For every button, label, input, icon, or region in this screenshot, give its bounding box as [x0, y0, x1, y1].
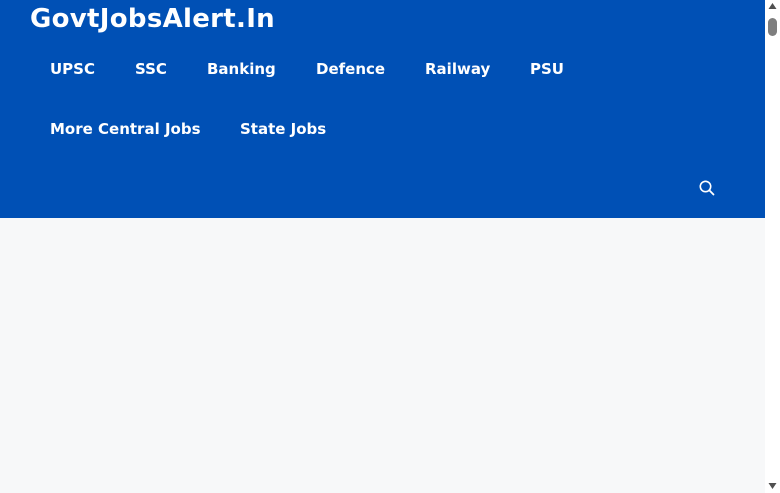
nav-item-defence[interactable]: Defence: [316, 59, 385, 79]
nav-item-railway[interactable]: Railway: [425, 59, 490, 79]
nav-item-more-central-jobs[interactable]: More Central Jobs: [50, 119, 201, 139]
search-icon: [699, 180, 715, 196]
nav-item-upsc[interactable]: UPSC: [50, 59, 95, 79]
page-body: GovtJobsAlert.In UPSC SSC Banking Defenc…: [0, 0, 765, 493]
scrollbar-thumb[interactable]: [768, 18, 777, 36]
nav-item-banking[interactable]: Banking: [207, 59, 276, 79]
nav-item-state-jobs[interactable]: State Jobs: [240, 119, 326, 139]
scroll-down-arrow-icon[interactable]: [767, 481, 778, 491]
scroll-up-arrow-icon[interactable]: [767, 1, 778, 11]
nav-item-ssc[interactable]: SSC: [135, 59, 167, 79]
nav-item-psu[interactable]: PSU: [530, 59, 564, 79]
site-title-link[interactable]: GovtJobsAlert.In: [30, 2, 275, 36]
site-header: GovtJobsAlert.In UPSC SSC Banking Defenc…: [0, 0, 765, 218]
vertical-scrollbar[interactable]: [765, 0, 780, 493]
search-button[interactable]: [697, 178, 717, 198]
